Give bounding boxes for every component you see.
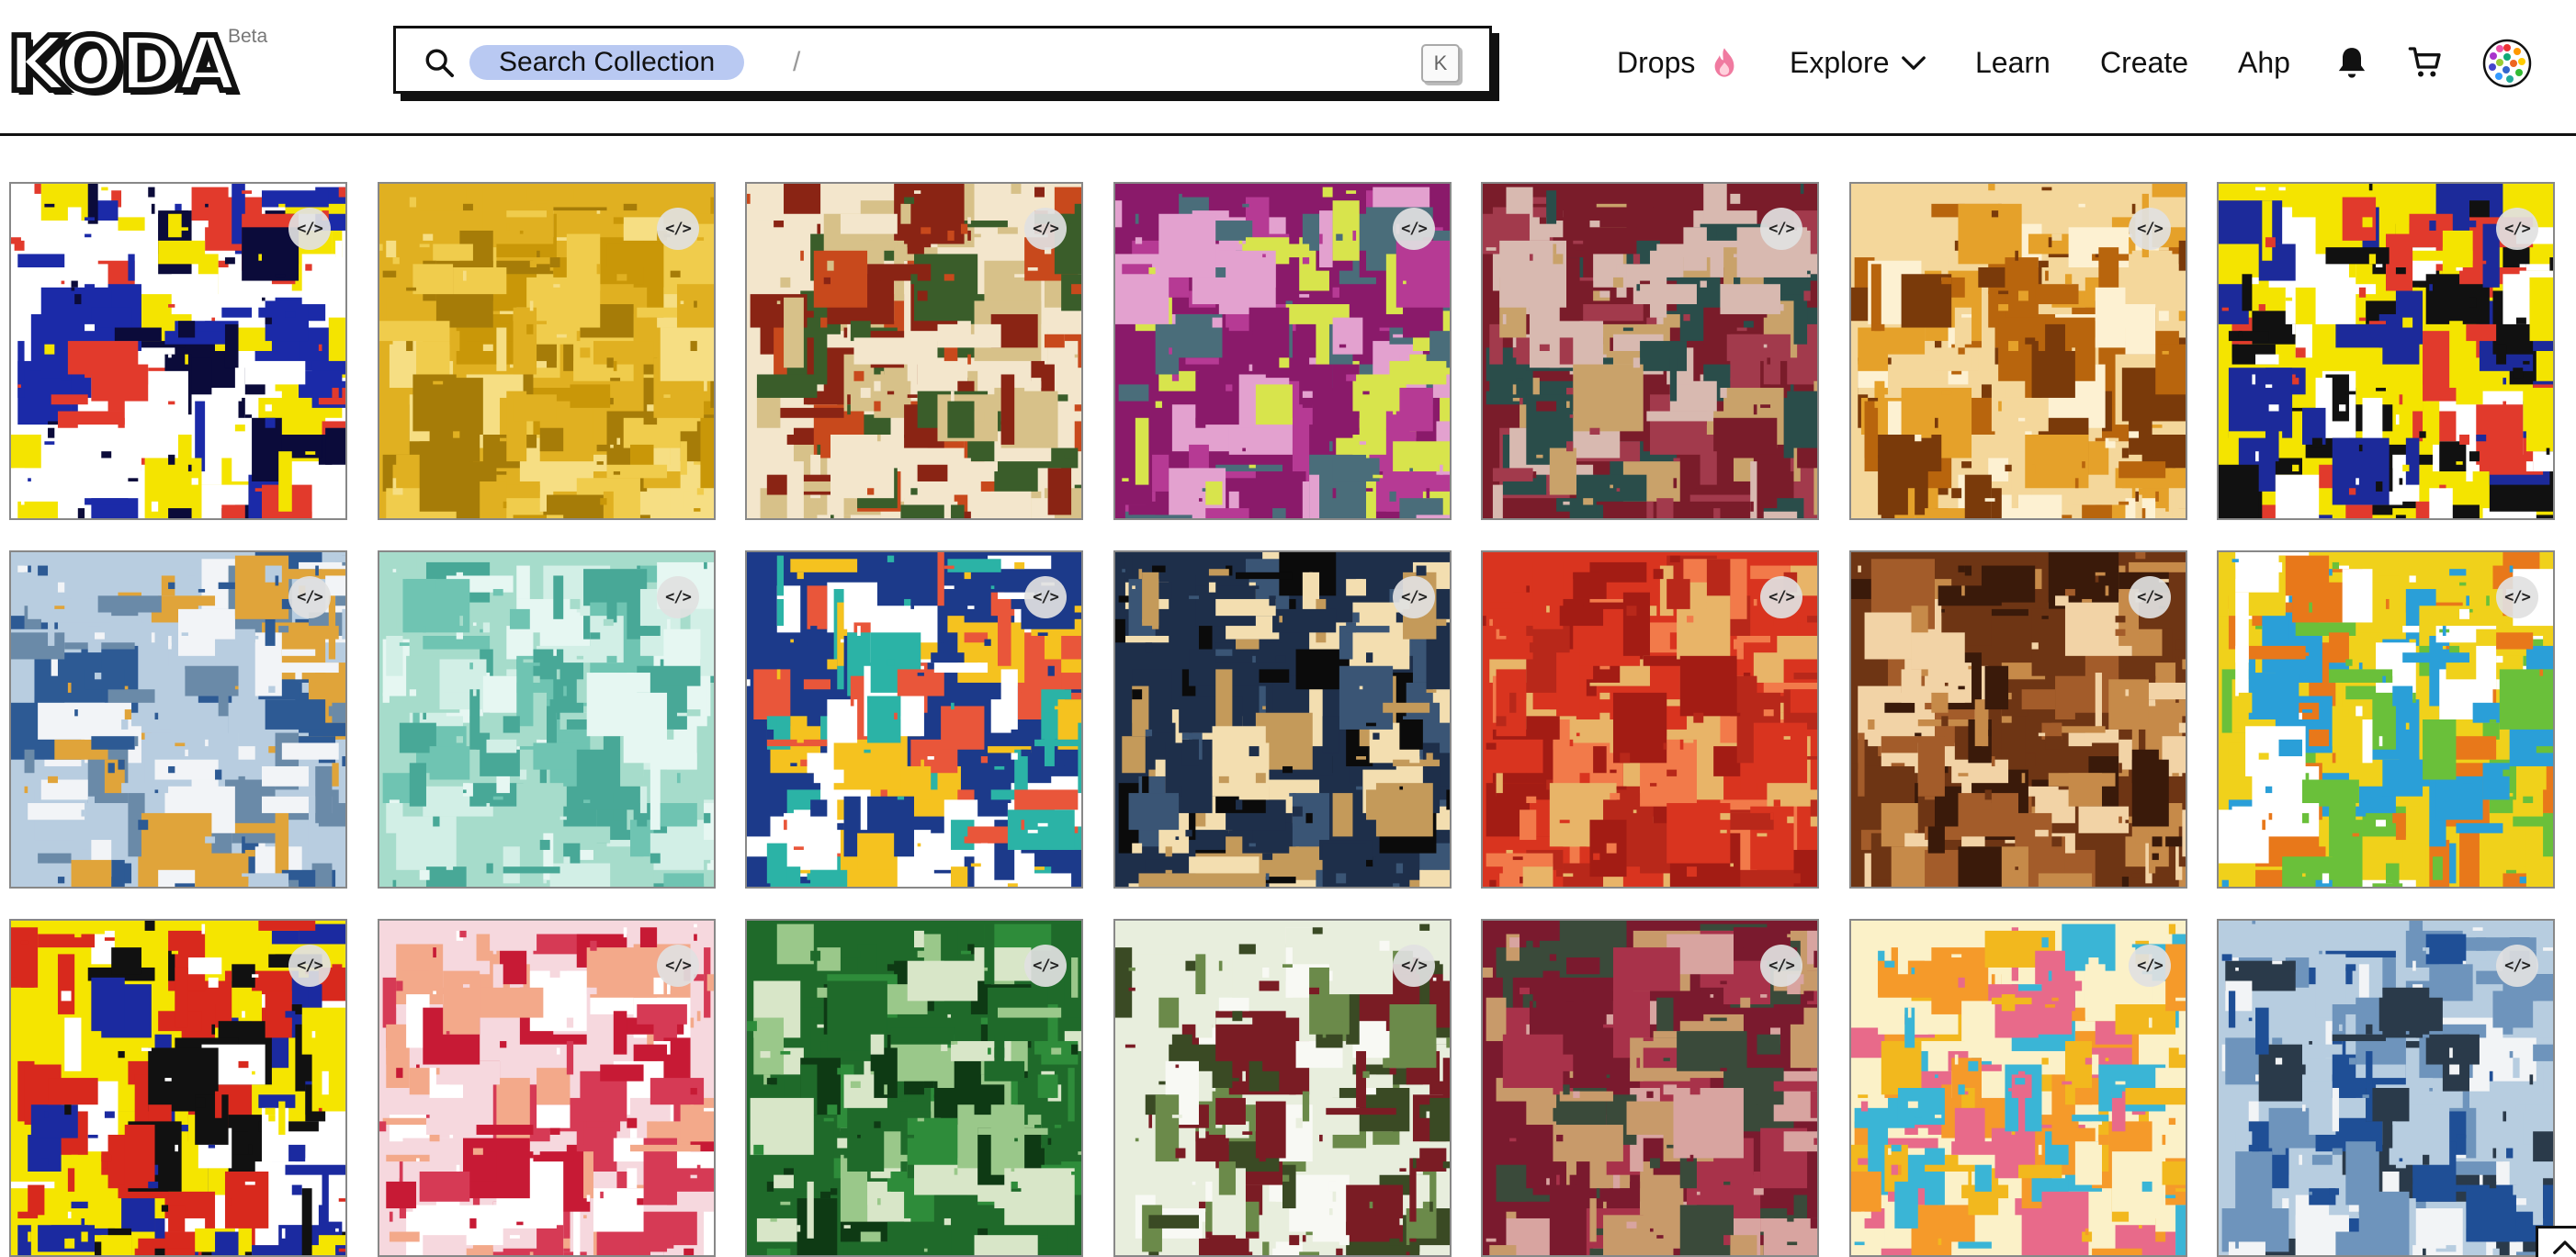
- site-header: KODA Beta Search Collection / K Drops Ex…: [0, 0, 2576, 136]
- nav-explore[interactable]: Explore: [1790, 35, 1890, 90]
- code-icon[interactable]: </>: [657, 576, 699, 618]
- nav-account[interactable]: Ahp: [2238, 35, 2290, 90]
- collection-tile[interactable]: </>: [1481, 182, 1819, 520]
- collection-tile[interactable]: </>: [1113, 919, 1452, 1257]
- chevron-down-icon[interactable]: [1900, 51, 1927, 74]
- nav-create[interactable]: Create: [2100, 35, 2188, 90]
- code-icon[interactable]: </>: [1760, 576, 1802, 618]
- collection-tile[interactable]: </>: [378, 550, 716, 889]
- collection-tile[interactable]: </>: [9, 550, 347, 889]
- code-icon[interactable]: </>: [1024, 208, 1067, 250]
- collection-tile[interactable]: </>: [745, 550, 1083, 889]
- collection-tile[interactable]: </>: [1849, 919, 2187, 1257]
- collection-tile[interactable]: </>: [1481, 919, 1819, 1257]
- collection-tile[interactable]: </>: [2217, 550, 2555, 889]
- collection-tile[interactable]: </>: [9, 919, 347, 1257]
- cart-icon[interactable]: [2407, 44, 2444, 81]
- code-icon[interactable]: </>: [1393, 576, 1435, 618]
- code-icon[interactable]: </>: [288, 208, 331, 250]
- main-nav: Drops Explore Learn Create Ahp: [0, 35, 2576, 90]
- code-icon[interactable]: </>: [1393, 945, 1435, 987]
- collection-tile[interactable]: </>: [9, 182, 347, 520]
- collection-tile[interactable]: </>: [1113, 550, 1452, 889]
- collection-tile[interactable]: </>: [2217, 919, 2555, 1257]
- code-icon[interactable]: </>: [1760, 208, 1802, 250]
- collection-tile[interactable]: </>: [378, 182, 716, 520]
- code-icon[interactable]: </>: [1760, 945, 1802, 987]
- code-icon[interactable]: </>: [657, 208, 699, 250]
- collection-tile[interactable]: </>: [1481, 550, 1819, 889]
- code-icon[interactable]: </>: [2496, 576, 2538, 618]
- collection-tile[interactable]: </>: [2217, 182, 2555, 520]
- collection-tile[interactable]: </>: [745, 182, 1083, 520]
- collection-tile[interactable]: </>: [1849, 182, 2187, 520]
- bell-icon[interactable]: [2333, 44, 2370, 81]
- avatar[interactable]: [2482, 39, 2532, 88]
- code-icon[interactable]: </>: [2129, 945, 2171, 987]
- code-icon[interactable]: </>: [2496, 945, 2538, 987]
- code-icon[interactable]: </>: [657, 945, 699, 987]
- scroll-to-top-button[interactable]: [2536, 1226, 2576, 1257]
- code-icon[interactable]: </>: [2129, 576, 2171, 618]
- code-icon[interactable]: </>: [288, 576, 331, 618]
- code-icon[interactable]: </>: [1024, 945, 1067, 987]
- collection-tile[interactable]: </>: [1849, 550, 2187, 889]
- collection-grid: </> </> </> </> </> </> </> </> </> </> </> </> </> <…: [9, 182, 2567, 1257]
- fire-icon: [1714, 48, 1734, 77]
- nav-drops[interactable]: Drops: [1617, 35, 1695, 90]
- collection-tile[interactable]: </>: [1113, 182, 1452, 520]
- chevron-up-icon: [2553, 1240, 2576, 1254]
- nav-explore-label: Explore: [1790, 46, 1890, 79]
- code-icon[interactable]: </>: [1393, 208, 1435, 250]
- collection-tile[interactable]: </>: [378, 919, 716, 1257]
- nav-drops-label: Drops: [1617, 46, 1696, 79]
- collection-tile[interactable]: </>: [745, 919, 1083, 1257]
- code-icon[interactable]: </>: [2129, 208, 2171, 250]
- nav-learn-label: Learn: [1975, 46, 2051, 79]
- code-icon[interactable]: </>: [2496, 208, 2538, 250]
- code-icon[interactable]: </>: [1024, 576, 1067, 618]
- nav-create-label: Create: [2100, 46, 2189, 79]
- nav-learn[interactable]: Learn: [1975, 35, 2051, 90]
- code-icon[interactable]: </>: [288, 945, 331, 987]
- nav-account-label: Ahp: [2238, 46, 2290, 79]
